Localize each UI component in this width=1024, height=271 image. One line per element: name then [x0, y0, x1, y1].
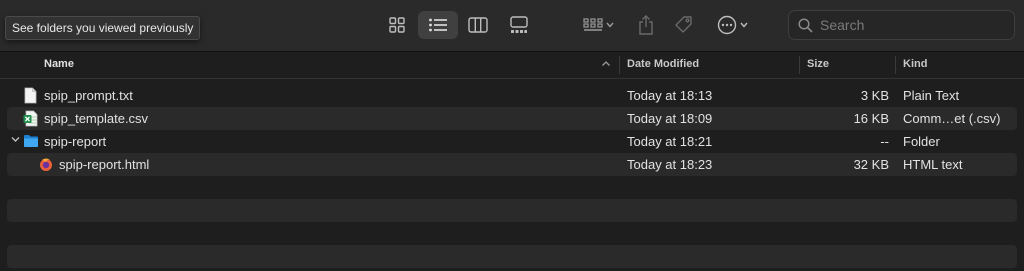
list-view-button[interactable] [418, 11, 458, 39]
group-grid-icon [582, 18, 603, 31]
name-column-header[interactable]: Name [44, 52, 594, 78]
finder-toolbar: See folders you viewed previously [0, 0, 1024, 52]
file-size: 16 KB [853, 111, 889, 126]
file-size: -- [880, 134, 889, 149]
columns-icon [468, 17, 488, 33]
size-column-header[interactable]: Size [807, 52, 887, 78]
spreadsheet-file-icon [23, 110, 38, 127]
column-divider[interactable] [619, 56, 620, 74]
file-kind: Comm…et (.csv) [903, 111, 1001, 126]
text-file-icon [24, 87, 37, 104]
back-history-tooltip: See folders you viewed previously [5, 16, 201, 40]
icon-view-button[interactable] [382, 11, 412, 39]
file-row[interactable]: spip_prompt.txt Today at 18:13 3 KB Plai… [7, 84, 1017, 107]
file-name: spip-report [44, 134, 107, 149]
column-view-button[interactable] [463, 11, 493, 39]
file-date: Today at 18:23 [627, 157, 713, 172]
sort-ascending-icon [602, 61, 610, 66]
folder-icon [24, 135, 38, 147]
file-size: 32 KB [853, 157, 889, 172]
share-icon [639, 15, 653, 35]
file-name: spip-report.html [59, 157, 150, 172]
kind-column-header[interactable]: Kind [903, 52, 1013, 78]
search-input[interactable] [820, 17, 1000, 33]
search-icon [798, 17, 813, 33]
file-name: spip_template.csv [44, 111, 149, 126]
disclosure-chevron-down-icon[interactable] [11, 136, 20, 143]
search-field[interactable] [788, 10, 1015, 40]
html-file-icon [40, 158, 52, 171]
empty-row [7, 199, 1017, 222]
column-divider[interactable] [799, 56, 800, 74]
gallery-icon [510, 16, 528, 33]
file-kind: Folder [903, 134, 940, 149]
more-actions-button[interactable] [712, 11, 752, 39]
share-button[interactable] [633, 11, 659, 39]
folder-row[interactable]: spip-report Today at 18:21 -- Folder [7, 130, 1017, 153]
file-size: 3 KB [860, 88, 889, 103]
file-kind: Plain Text [903, 88, 960, 103]
file-kind: HTML text [903, 157, 963, 172]
file-name: spip_prompt.txt [44, 88, 133, 103]
empty-row [7, 176, 1017, 199]
chevron-down-icon [739, 22, 748, 28]
file-row[interactable]: spip-report.html Today at 18:23 32 KB HT… [7, 153, 1017, 176]
tag-button[interactable] [670, 11, 698, 39]
group-button[interactable] [578, 11, 618, 39]
empty-row [7, 222, 1017, 245]
column-header: Name Date Modified Size Kind [0, 52, 1024, 79]
file-date: Today at 18:21 [627, 134, 713, 149]
file-row[interactable]: spip_template.csv Today at 18:09 16 KB C… [7, 107, 1017, 130]
tag-icon [675, 16, 692, 33]
grid-icon [389, 17, 405, 33]
file-date: Today at 18:13 [627, 88, 713, 103]
chevron-down-icon [605, 22, 614, 28]
ellipsis-circle-icon [717, 15, 736, 35]
column-divider[interactable] [895, 56, 896, 74]
empty-row [7, 245, 1017, 268]
gallery-view-button[interactable] [504, 11, 534, 39]
file-date: Today at 18:09 [627, 111, 713, 126]
date-modified-column-header[interactable]: Date Modified [627, 52, 792, 78]
list-icon [429, 18, 447, 32]
